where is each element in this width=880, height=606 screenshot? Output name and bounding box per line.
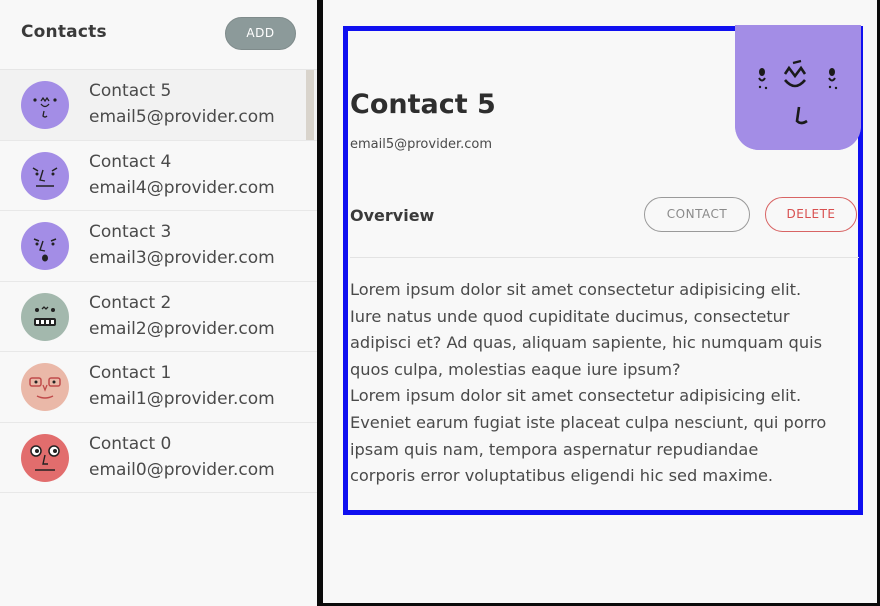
- detail-contact-name: Contact 5: [350, 89, 496, 120]
- contact-list-item[interactable]: Contact 0 email0@provider.com: [0, 423, 317, 493]
- contact-name: Contact 0: [89, 433, 172, 454]
- avatar-face-icon: [21, 363, 69, 411]
- sidebar-title: Contacts: [21, 22, 107, 42]
- contact-email: email1@provider.com: [89, 389, 275, 409]
- description-line: Iure natus unde quod cupiditate ducimus,…: [350, 306, 790, 326]
- avatar-face-icon: [21, 81, 69, 129]
- contact-name: Contact 1: [89, 363, 172, 383]
- contact-email: email3@provider.com: [89, 248, 275, 268]
- avatar-face-icon: [735, 25, 861, 150]
- contact-name: Contact 5: [89, 81, 172, 101]
- contact-email: email5@provider.com: [89, 107, 275, 127]
- contact-email: email4@provider.com: [89, 177, 275, 198]
- contact-avatar: [21, 81, 69, 129]
- contact-list: Contact 5 email5@provider.com Contact 4 ema…: [0, 70, 317, 493]
- contact-list-item[interactable]: Contact 5 email5@provider.com: [0, 70, 317, 141]
- contact-avatar: [21, 292, 69, 341]
- avatar-face-icon: [21, 292, 69, 341]
- description-line: Lorem ipsum dolor sit amet consectetur a…: [350, 280, 802, 299]
- contact-detail-panel: Contact 5 email5@provider.com Overview C…: [323, 0, 877, 603]
- contact-list-item[interactable]: Contact 4 email4@provider.com: [0, 141, 317, 211]
- description-line: Eveniet earum fugiat iste placeat culpa …: [350, 412, 827, 432]
- contact-avatar: [21, 222, 69, 270]
- description-line: Lorem ipsum dolor sit amet consectetur a…: [350, 386, 802, 406]
- section-divider: [350, 257, 859, 258]
- contact-email: email2@provider.com: [89, 318, 275, 339]
- contact-description: Lorem ipsum dolor sit amet consectetur a…: [350, 277, 860, 490]
- delete-button[interactable]: DELETE: [765, 197, 857, 232]
- contact-button[interactable]: CONTACT: [644, 197, 750, 232]
- contact-list-item[interactable]: Contact 2 email2@provider.com: [0, 282, 317, 352]
- contact-avatar: [21, 151, 69, 200]
- avatar-face-icon: [21, 151, 69, 200]
- contact-name: Contact 2: [89, 292, 172, 313]
- detail-contact-email: email5@provider.com: [350, 137, 492, 152]
- detail-avatar: [735, 25, 861, 150]
- contact-list-item[interactable]: Contact 1 email1@provider.com: [0, 352, 317, 423]
- avatar-face-icon: [21, 433, 69, 482]
- sidebar-header: Contacts ADD: [0, 0, 317, 70]
- avatar-face-icon: [21, 222, 69, 270]
- contact-avatar: [21, 363, 69, 411]
- contact-email: email0@provider.com: [89, 459, 275, 480]
- contact-name: Contact 3: [89, 222, 172, 242]
- contact-name: Contact 4: [89, 151, 172, 172]
- description-line: ipsam quis nam, tempora aspernatur repud…: [350, 439, 759, 459]
- contact-detail-card: Contact 5 email5@provider.com Overview C…: [343, 25, 863, 515]
- contacts-sidebar: Contacts ADD Contact 5 email5@provider.co…: [0, 0, 317, 606]
- description-line: quos culpa, molestias eaque iure ipsum?: [350, 359, 681, 379]
- contact-avatar: [21, 433, 69, 482]
- add-contact-button[interactable]: ADD: [225, 17, 296, 50]
- overview-heading: Overview: [350, 206, 435, 225]
- description-line: adipisci et? Ad quas, aliquam sapiente, …: [350, 333, 823, 353]
- description-line: corporis error voluptatibus eligendi hic…: [350, 466, 774, 486]
- contact-list-item[interactable]: Contact 3 email3@provider.com: [0, 211, 317, 282]
